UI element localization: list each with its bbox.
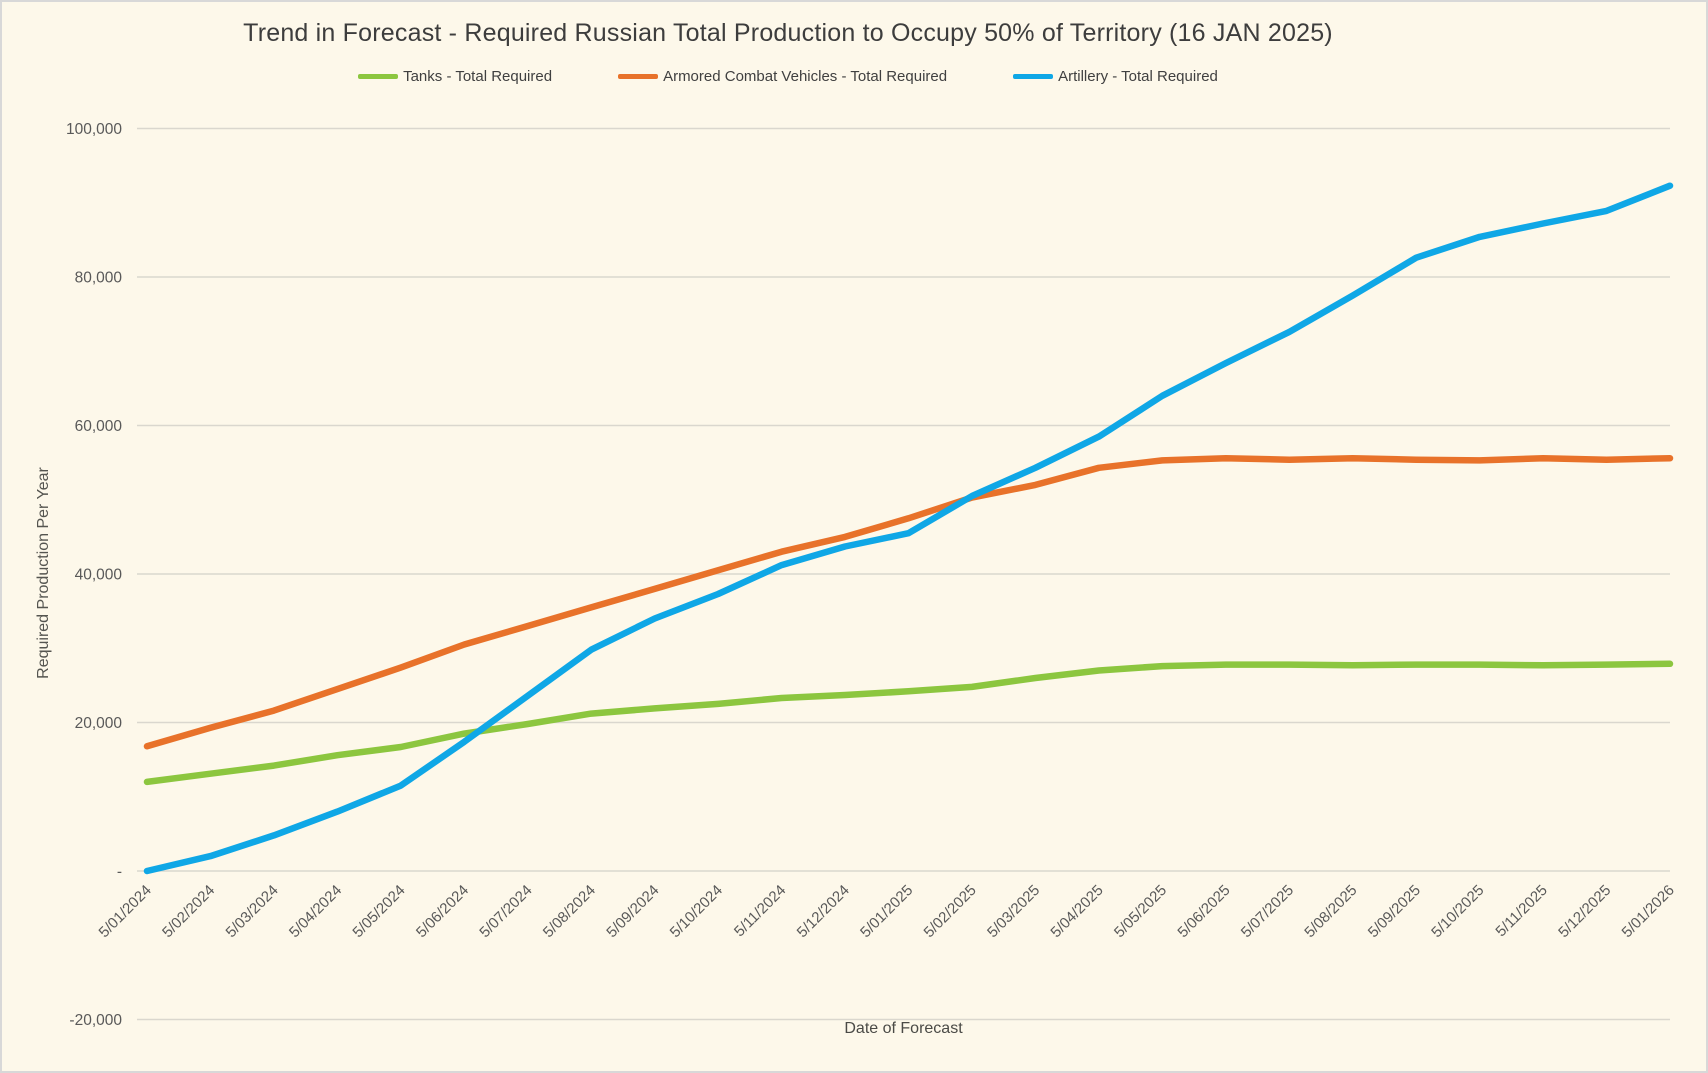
y-tick-label: - (117, 864, 122, 881)
x-tick-label: 5/12/2025 (1555, 882, 1614, 941)
y-tick-label: 40,000 (75, 567, 123, 584)
x-tick-label: 5/05/2024 (349, 882, 408, 941)
x-axis-title: Date of Forecast (137, 1020, 1670, 1038)
x-tick-label: 5/08/2024 (540, 882, 599, 941)
series-line-2 (147, 186, 1670, 871)
x-tick-label: 5/03/2025 (984, 882, 1043, 941)
y-axis-title: Required Production Per Year (35, 467, 53, 679)
x-tick-label: 5/05/2025 (1111, 882, 1170, 941)
x-tick-label: 5/03/2024 (223, 882, 282, 941)
x-tick-label: 5/02/2024 (159, 882, 218, 941)
x-tick-label: 5/11/2025 (1492, 882, 1550, 940)
x-tick-label: 5/01/2026 (1619, 882, 1678, 941)
plot-area: 100,000 80,000 60,000 40,000 20,000 - -20,000 5… (2, 2, 1708, 1073)
x-tick-label: 5/04/2025 (1047, 882, 1106, 941)
y-tick-label: 60,000 (75, 418, 123, 435)
x-tick-label: 5/01/2024 (96, 882, 155, 941)
y-tick-label: 100,000 (66, 121, 122, 138)
series-line-1 (147, 458, 1670, 746)
x-tick-label: 5/08/2025 (1301, 882, 1360, 941)
x-tick-label: 5/04/2024 (286, 882, 345, 941)
y-tick-label: -20,000 (69, 1012, 122, 1029)
x-tick-label: 5/09/2025 (1365, 882, 1424, 941)
x-tick-label: 5/02/2025 (921, 882, 980, 941)
y-tick-label: 20,000 (75, 715, 123, 732)
x-tick-label: 5/10/2025 (1428, 882, 1487, 941)
x-tick-label: 5/01/2025 (857, 882, 916, 941)
x-tick-label: 5/11/2024 (731, 882, 789, 940)
x-tick-label: 5/07/2024 (476, 882, 535, 941)
x-tick-label: 5/06/2025 (1174, 882, 1233, 941)
y-tick-label: 80,000 (75, 270, 123, 287)
chart-container: Trend in Forecast - Required Russian Tot… (0, 0, 1708, 1073)
x-tick-label: 5/12/2024 (794, 882, 853, 941)
x-tick-label: 5/07/2025 (1238, 882, 1297, 941)
x-tick-label: 5/09/2024 (603, 882, 662, 941)
x-tick-label: 5/10/2024 (667, 882, 726, 941)
x-tick-label: 5/06/2024 (413, 882, 472, 941)
